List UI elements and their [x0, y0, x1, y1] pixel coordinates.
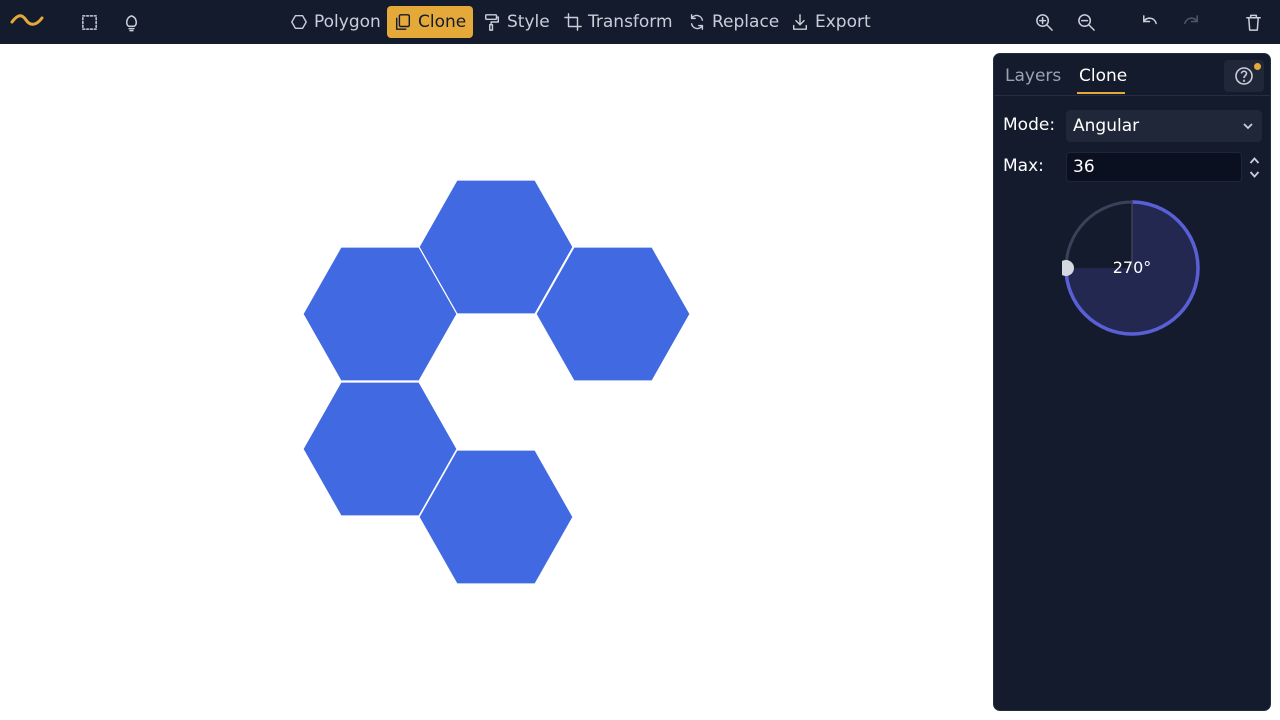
- crop-icon: [564, 13, 582, 31]
- zoom-in-icon[interactable]: [1033, 11, 1055, 33]
- tool-replace-button[interactable]: Replace: [688, 6, 779, 38]
- top-toolbar: Polygon Clone Style Transform Replace Ex…: [0, 0, 1280, 44]
- hexagon-icon: [291, 14, 307, 30]
- zoom-out-icon[interactable]: [1075, 11, 1097, 33]
- trash-icon[interactable]: [1242, 11, 1264, 33]
- chevron-up-icon: [1249, 156, 1259, 164]
- mode-select-value: Angular: [1073, 116, 1140, 136]
- max-input[interactable]: [1066, 152, 1242, 182]
- help-button[interactable]: [1224, 60, 1264, 92]
- tool-replace-label: Replace: [712, 12, 780, 32]
- drawing-canvas[interactable]: [0, 44, 990, 720]
- tab-layers[interactable]: Layers: [1005, 66, 1061, 86]
- mode-label: Mode:: [1003, 115, 1056, 135]
- lightbulb-icon[interactable]: [120, 11, 142, 33]
- undo-icon[interactable]: [1138, 11, 1160, 33]
- chevron-down-icon: [1249, 170, 1259, 178]
- tool-polygon-button[interactable]: Polygon: [290, 6, 381, 38]
- tool-clone-label: Clone: [418, 12, 467, 32]
- tool-style-button[interactable]: Style: [483, 6, 550, 38]
- chevron-down-icon: [1243, 123, 1253, 130]
- tool-export-button[interactable]: Export: [791, 6, 871, 38]
- tool-transform-label: Transform: [588, 12, 673, 32]
- select-box-icon[interactable]: [78, 11, 100, 33]
- tool-clone-button[interactable]: Clone: [387, 6, 474, 38]
- tool-style-label: Style: [507, 12, 550, 32]
- tool-polygon-label: Polygon: [314, 12, 381, 32]
- refresh-icon: [690, 14, 704, 30]
- clone-icon: [395, 14, 411, 30]
- download-icon: [792, 14, 808, 30]
- tab-clone[interactable]: Clone: [1079, 66, 1127, 86]
- panel-tabs: Layers Clone: [994, 54, 1270, 96]
- help-circle-icon: [1235, 67, 1253, 85]
- app-logo-icon[interactable]: [10, 10, 44, 32]
- clone-panel: Layers Clone Mode: Angular Max: 270°: [993, 53, 1271, 711]
- mode-select[interactable]: Angular: [1066, 110, 1262, 142]
- tool-export-label: Export: [815, 12, 871, 32]
- redo-icon[interactable]: [1180, 11, 1202, 33]
- max-label: Max:: [1003, 156, 1044, 176]
- paint-roller-icon: [484, 14, 500, 31]
- increment-button[interactable]: [1247, 154, 1261, 166]
- notification-dot: [1254, 63, 1261, 70]
- angle-dial[interactable]: 270°: [1058, 198, 1202, 338]
- tool-transform-button[interactable]: Transform: [564, 6, 673, 38]
- canvas-svg[interactable]: [0, 44, 990, 720]
- decrement-button[interactable]: [1247, 168, 1261, 180]
- angle-value: 270°: [1112, 258, 1152, 277]
- active-tab-indicator: [1077, 92, 1125, 94]
